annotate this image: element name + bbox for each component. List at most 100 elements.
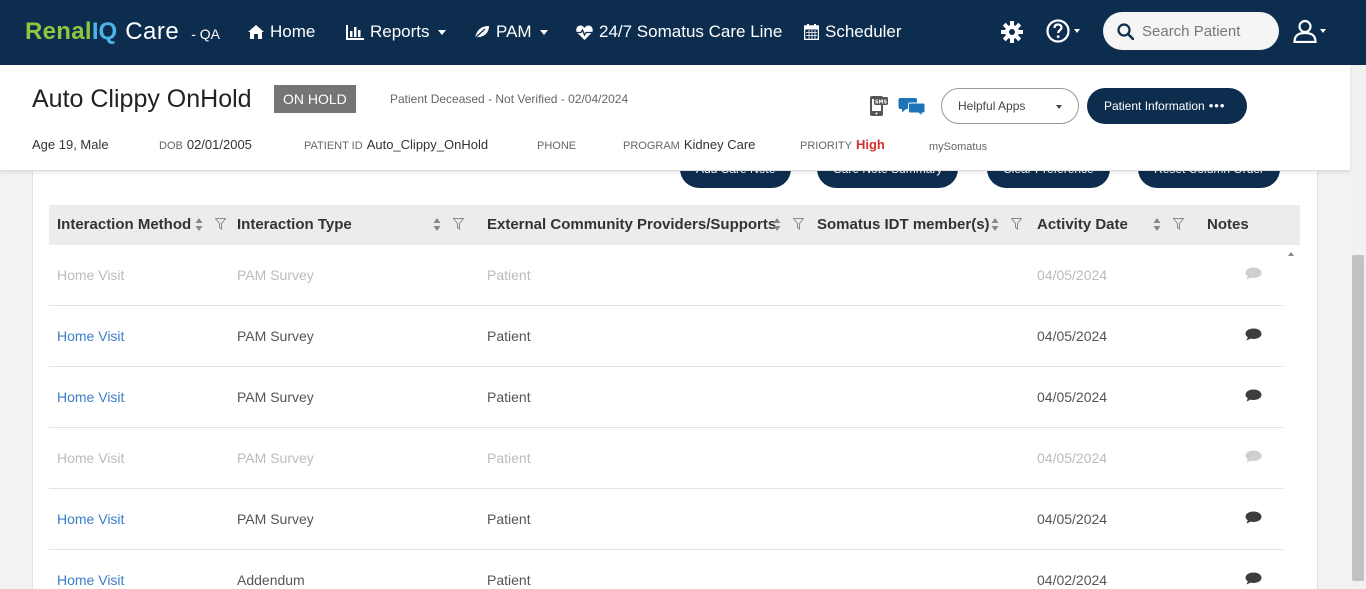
interaction-method-cell[interactable]: Home Visit <box>57 428 124 488</box>
interaction-method-cell[interactable]: Home Visit <box>57 550 124 589</box>
nav-reports-label: Reports <box>370 22 430 41</box>
chevron-down-icon <box>1074 29 1080 33</box>
patient-information-label: Patient Information <box>1104 99 1205 113</box>
column-header-activity-date[interactable]: Activity Date <box>1037 205 1128 245</box>
filter-icon[interactable] <box>1011 218 1022 230</box>
dob-label: DOB <box>159 140 183 152</box>
sort-icon[interactable] <box>773 217 781 232</box>
search-icon <box>1117 22 1134 40</box>
environment-label: - QA <box>191 26 221 42</box>
table-row[interactable]: Home Visit PAM Survey Patient 04/05/2024 <box>49 489 1283 550</box>
interaction-type-cell: PAM Survey <box>237 389 314 405</box>
brand-part-care: Care <box>125 18 180 45</box>
comment-icon[interactable] <box>1245 328 1262 341</box>
priority-value: High <box>855 137 885 152</box>
nav-home[interactable]: Home <box>248 22 315 42</box>
brand-logo[interactable]: Renal IQ Care - QA <box>25 18 220 46</box>
dob-value: 02/01/2005 <box>186 137 252 152</box>
comment-icon[interactable] <box>1245 450 1262 463</box>
sms-icon[interactable]: SMS <box>869 95 889 122</box>
table-scrollbar[interactable] <box>1283 245 1300 589</box>
table-row[interactable]: Home Visit Addendum Patient 04/02/2024 <box>49 550 1283 589</box>
brand-part-iq: IQ <box>91 18 118 45</box>
column-header-interaction-method[interactable]: Interaction Method <box>57 205 191 245</box>
interaction-type-cell: PAM Survey <box>237 267 314 283</box>
gear-icon[interactable] <box>1001 21 1023 48</box>
interaction-method-cell[interactable]: Home Visit <box>57 306 124 366</box>
filter-icon[interactable] <box>215 218 226 230</box>
table-row[interactable]: Home Visit PAM Survey Patient 04/05/2024 <box>49 306 1283 367</box>
activity-date-cell: 04/05/2024 <box>1037 328 1108 344</box>
search-input[interactable] <box>1142 22 1272 40</box>
nav-pam[interactable]: PAM <box>474 22 548 42</box>
helpful-apps-dropdown[interactable]: Helpful Apps <box>941 88 1079 124</box>
page-scrollbar[interactable] <box>1350 65 1366 589</box>
mysomatus-label: mySomatus <box>929 141 988 153</box>
patient-id-field: PATIENT ID Auto_Clippy_OnHold <box>304 137 488 152</box>
interaction-type-cell: PAM Survey <box>237 511 314 527</box>
table-row[interactable]: Home Visit PAM Survey Patient 04/05/2024 <box>49 367 1283 428</box>
nav-pam-label: PAM <box>496 22 532 41</box>
program-value: Kidney Care <box>683 137 756 152</box>
filter-icon[interactable] <box>793 218 804 230</box>
mysomatus-link[interactable]: mySomatus <box>929 138 991 153</box>
patient-information-button[interactable]: Patient Information ••• <box>1087 88 1247 124</box>
sort-icon[interactable] <box>991 217 999 232</box>
nav-home-label: Home <box>270 22 316 41</box>
interaction-type-cell: PAM Survey <box>237 450 314 466</box>
heartbeat-icon <box>576 25 593 40</box>
care-notes-table: Home Visit PAM Survey Patient 04/05/2024… <box>49 245 1283 589</box>
column-header-idt-members[interactable]: Somatus IDT member(s) <box>817 205 990 245</box>
deceased-note: Patient Deceased - Not Verified - 02/04/… <box>390 92 629 106</box>
brand-part-renal: Renal <box>25 18 92 45</box>
comment-icon[interactable] <box>1245 267 1262 280</box>
program-field: PROGRAM Kidney Care <box>623 137 755 152</box>
activity-date-cell: 04/05/2024 <box>1037 511 1108 527</box>
nav-care-line[interactable]: 24/7 Somatus Care Line <box>576 22 782 42</box>
more-dots-icon: ••• <box>1208 98 1226 113</box>
nav-scheduler-label: Scheduler <box>825 22 902 41</box>
page-scrollbar-thumb[interactable] <box>1352 255 1364 581</box>
column-header-external-providers[interactable]: External Community Providers/Supports <box>487 205 776 245</box>
activity-date-cell: 04/05/2024 <box>1037 450 1108 466</box>
chat-icon[interactable] <box>898 96 926 121</box>
user-menu[interactable] <box>1293 19 1326 43</box>
sort-icon[interactable] <box>1153 217 1161 232</box>
patient-name: Auto Clippy OnHold <box>32 85 252 113</box>
filter-icon[interactable] <box>1173 218 1184 230</box>
interaction-type-cell: PAM Survey <box>237 328 314 344</box>
chevron-down-icon <box>539 29 548 35</box>
age-sex: Age 19, Male <box>32 137 109 152</box>
external-providers-cell: Patient <box>487 389 531 405</box>
interaction-method-cell[interactable]: Home Visit <box>57 245 124 305</box>
filter-icon[interactable] <box>453 218 464 230</box>
activity-date-cell: 04/02/2024 <box>1037 572 1108 588</box>
help-menu[interactable] <box>1046 19 1080 43</box>
comment-icon[interactable] <box>1245 389 1262 402</box>
dob-field: DOB 02/01/2005 <box>159 137 252 152</box>
nav-scheduler[interactable]: Scheduler <box>804 22 902 42</box>
interaction-method-cell[interactable]: Home Visit <box>57 489 124 549</box>
nav-reports[interactable]: Reports <box>346 22 446 42</box>
external-providers-cell: Patient <box>487 328 531 344</box>
sort-icon[interactable] <box>433 217 441 232</box>
sort-icon[interactable] <box>195 217 203 232</box>
patient-search[interactable] <box>1103 12 1279 50</box>
column-header-interaction-type[interactable]: Interaction Type <box>237 205 352 245</box>
priority-label: PRIORITY <box>800 140 852 152</box>
comment-icon[interactable] <box>1245 511 1262 524</box>
interaction-method-cell[interactable]: Home Visit <box>57 367 124 427</box>
scroll-up-arrow-icon[interactable] <box>1288 252 1294 256</box>
comment-icon[interactable] <box>1245 572 1262 585</box>
table-row[interactable]: Home Visit PAM Survey Patient 04/05/2024 <box>49 245 1283 306</box>
svg-text:SMS: SMS <box>875 99 888 105</box>
table-row[interactable]: Home Visit PAM Survey Patient 04/05/2024 <box>49 428 1283 489</box>
interaction-type-cell: Addendum <box>237 572 305 588</box>
external-providers-cell: Patient <box>487 267 531 283</box>
top-navbar: Renal IQ Care - QA Home Reports PAM 24/7 S… <box>0 0 1366 65</box>
chevron-down-icon <box>1320 29 1326 33</box>
home-icon <box>248 25 264 39</box>
status-badge: ON HOLD <box>274 85 356 113</box>
chevron-down-icon <box>1056 105 1062 109</box>
table-header: Interaction Method Interaction Type Exte… <box>49 205 1300 245</box>
